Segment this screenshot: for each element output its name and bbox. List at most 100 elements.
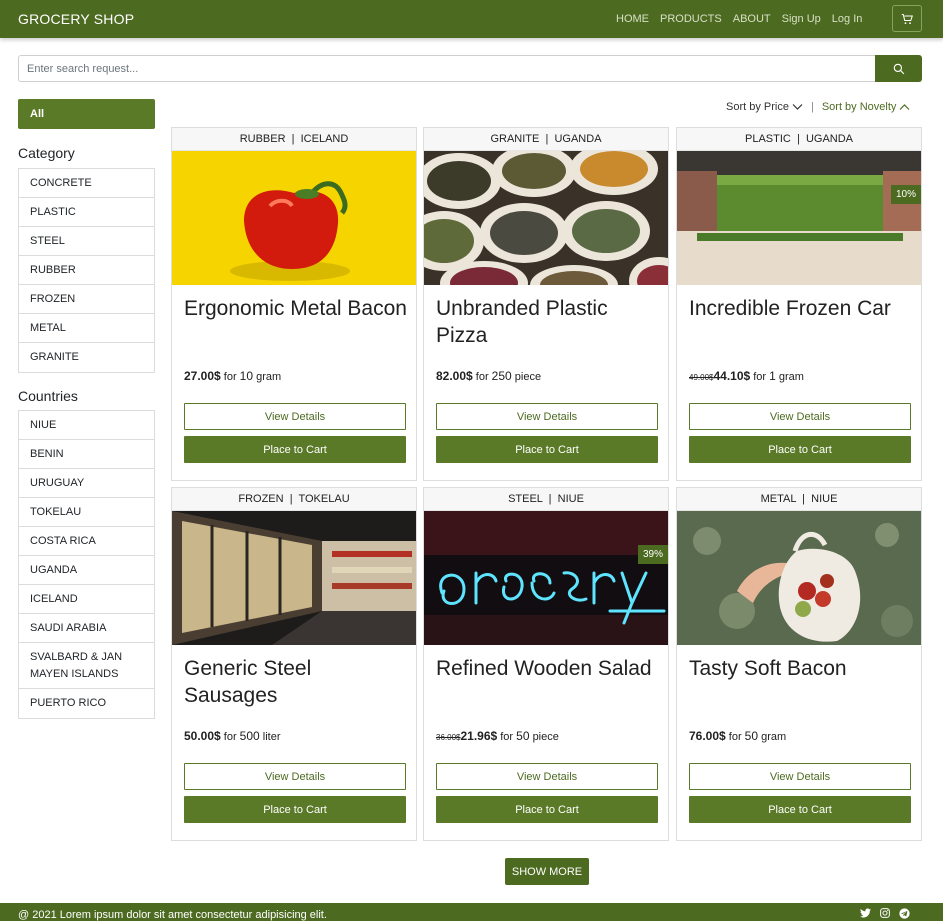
view-details-button[interactable]: View Details [689, 403, 911, 430]
product-qty: 50 [744, 729, 759, 743]
place-to-cart-button[interactable]: Place to Cart [436, 796, 658, 823]
country-item-uganda[interactable]: UGANDA [19, 556, 154, 585]
nav-about[interactable]: ABOUT [733, 13, 771, 25]
product-unit: gram [761, 731, 787, 743]
chevron-down-icon [792, 104, 803, 110]
search-input[interactable] [18, 55, 875, 82]
product-image[interactable]: 10% [677, 151, 921, 285]
country-item-iceland[interactable]: ICELAND [19, 585, 154, 614]
sort-by-novelty[interactable]: Sort by Novelty [822, 101, 911, 113]
product-country: UGANDA [554, 133, 602, 145]
instagram-icon[interactable] [880, 908, 890, 919]
product-tags: PLASTIC | UGANDA [677, 128, 921, 151]
place-to-cart-button[interactable]: Place to Cart [689, 796, 911, 823]
view-details-button[interactable]: View Details [184, 763, 406, 790]
product-tags: METAL | NIUE [677, 488, 921, 511]
product-for: for [753, 371, 767, 383]
place-to-cart-button[interactable]: Place to Cart [436, 436, 658, 463]
sort-novelty-label: Sort by Novelty [821, 101, 897, 113]
place-to-cart-button[interactable]: Place to Cart [184, 796, 406, 823]
product-price: 49.00$44.10$ for 1 gram [689, 369, 804, 383]
product-material: STEEL [508, 493, 543, 505]
neon-sign-image [424, 511, 668, 645]
search-button[interactable] [875, 55, 922, 82]
filter-all-button[interactable]: All [18, 99, 155, 129]
country-item-benin[interactable]: BENIN [19, 440, 154, 469]
product-for: for [728, 731, 742, 743]
country-item-puerto-rico[interactable]: PUERTO RICO [19, 689, 154, 718]
social-links [860, 908, 919, 919]
product-qty: 1 [769, 369, 776, 383]
country-item-costa-rica[interactable]: COSTA RICA [19, 527, 154, 556]
view-details-button[interactable]: View Details [184, 403, 406, 430]
place-to-cart-button[interactable]: Place to Cart [689, 436, 911, 463]
view-details-button[interactable]: View Details [436, 763, 658, 790]
product-for: for [475, 371, 489, 383]
product-image[interactable] [172, 511, 416, 645]
category-item-frozen[interactable]: FROZEN [19, 285, 154, 314]
countries-heading: Countries [18, 388, 78, 404]
category-item-granite[interactable]: GRANITE [19, 343, 154, 372]
product-qty: 250 [491, 369, 512, 383]
nav-log-in[interactable]: Log In [832, 13, 863, 25]
product-title[interactable]: Tasty Soft Bacon [689, 655, 913, 682]
twitter-icon[interactable] [860, 908, 871, 919]
product-title[interactable]: Unbranded Plastic Pizza [436, 295, 660, 349]
category-list: CONCRETE PLASTIC STEEL RUBBER FROZEN MET… [18, 168, 155, 373]
place-to-cart-button[interactable]: Place to Cart [184, 436, 406, 463]
product-material: PLASTIC [744, 133, 791, 145]
product-for: for [223, 371, 237, 383]
product-tags: FROZEN | TOKELAU [172, 488, 416, 511]
view-details-button[interactable]: View Details [689, 763, 911, 790]
product-card: FROZEN | TOKELAU Generic Steel Sausages … [171, 487, 417, 841]
product-title[interactable]: Ergonomic Metal Bacon [184, 295, 408, 322]
country-item-svalbard[interactable]: SVALBARD & JAN MAYEN ISLANDS [19, 643, 154, 689]
category-item-concrete[interactable]: CONCRETE [19, 169, 154, 198]
product-title[interactable]: Generic Steel Sausages [184, 655, 408, 709]
freezer-aisle-image [172, 511, 416, 645]
telegram-icon[interactable] [899, 908, 910, 919]
product-tags: GRANITE | UGANDA [424, 128, 668, 151]
nav-links: HOME PRODUCTS ABOUT Sign Up Log In [616, 0, 873, 38]
nav-products[interactable]: PRODUCTS [660, 13, 722, 25]
category-item-rubber[interactable]: RUBBER [19, 256, 154, 285]
view-details-button[interactable]: View Details [436, 403, 658, 430]
country-item-saudi-arabia[interactable]: SAUDI ARABIA [19, 614, 154, 643]
product-card: GRANITE | UGANDA Unbranded Plastic Pizza… [423, 127, 669, 481]
category-item-plastic[interactable]: PLASTIC [19, 198, 154, 227]
category-item-metal[interactable]: METAL [19, 314, 154, 343]
product-image[interactable] [172, 151, 416, 285]
nav-sign-up[interactable]: Sign Up [782, 13, 821, 25]
product-image[interactable] [677, 511, 921, 645]
product-qty: 500 [239, 729, 260, 743]
product-image[interactable]: 39% [424, 511, 668, 645]
cart-icon [901, 13, 913, 24]
product-price-current: 82.00$ [436, 369, 473, 383]
product-price-current: 27.00$ [184, 369, 221, 383]
product-card: STEEL | NIUE 39% Refined Wooden Salad 36… [423, 487, 669, 841]
countries-list: NIUE BENIN URUGUAY TOKELAU COSTA RICA UG… [18, 410, 155, 719]
country-item-niue[interactable]: NIUE [19, 411, 154, 440]
product-qty: 10 [239, 369, 254, 383]
brand-logo[interactable]: GROCERY SHOP [18, 11, 134, 27]
nav-home[interactable]: HOME [616, 13, 649, 25]
sort-price-label: Sort by Price [726, 101, 789, 113]
produce-bag-image [677, 511, 921, 645]
product-unit: piece [514, 371, 542, 383]
product-for: for [500, 731, 514, 743]
product-material: RUBBER [239, 133, 286, 145]
product-title[interactable]: Refined Wooden Salad [436, 655, 660, 682]
product-title[interactable]: Incredible Frozen Car [689, 295, 913, 322]
product-price-current: 44.10$ [713, 369, 751, 383]
product-price: 36.00$21.96$ for 50 piece [436, 729, 559, 743]
cart-button[interactable] [892, 5, 922, 32]
product-image[interactable] [424, 151, 668, 285]
product-price-old: 49.00$ [689, 373, 714, 382]
product-unit: liter [262, 731, 281, 743]
country-item-uruguay[interactable]: URUGUAY [19, 469, 154, 498]
show-more-button[interactable]: SHOW MORE [505, 858, 589, 885]
category-item-steel[interactable]: STEEL [19, 227, 154, 256]
country-item-tokelau[interactable]: TOKELAU [19, 498, 154, 527]
footer: @ 2021 Lorem ipsum dolor sit amet consec… [0, 903, 943, 921]
sort-by-price[interactable]: Sort by Price [726, 101, 803, 113]
